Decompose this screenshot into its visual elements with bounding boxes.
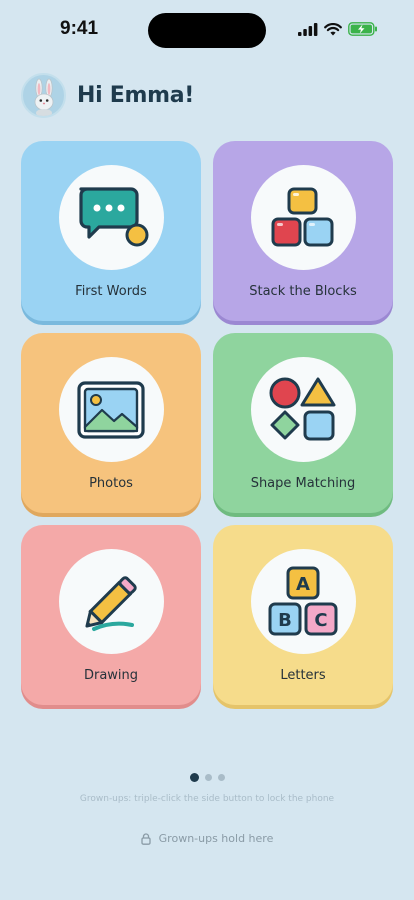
lock-hint-text: Grown-ups: triple-click the side button … bbox=[79, 794, 335, 804]
svg-text:C: C bbox=[314, 610, 327, 631]
card-icon-circle: A B C bbox=[250, 549, 356, 654]
card-icon-circle bbox=[58, 165, 164, 270]
lock-icon bbox=[141, 832, 151, 845]
greeting: Hi Emma! bbox=[77, 83, 194, 108]
svg-text:A: A bbox=[296, 574, 310, 595]
page-dot-2[interactable] bbox=[204, 774, 212, 781]
card-label: Drawing bbox=[83, 668, 139, 683]
header: Hi Emma! bbox=[21, 73, 194, 118]
status-icons bbox=[298, 22, 378, 36]
card-photos[interactable]: Photos bbox=[21, 333, 201, 513]
card-shape-matching[interactable]: Shape Matching bbox=[213, 333, 393, 513]
card-stack-the-blocks[interactable]: Stack the Blocks bbox=[213, 141, 393, 321]
svg-text:B: B bbox=[278, 610, 292, 631]
page-dot-3[interactable] bbox=[217, 774, 225, 781]
shapes-icon bbox=[269, 377, 336, 440]
page-indicator[interactable] bbox=[0, 773, 414, 782]
dynamic-island bbox=[148, 13, 266, 48]
battery-charging-icon bbox=[348, 22, 377, 36]
card-icon-circle bbox=[58, 357, 164, 462]
card-first-words[interactable]: First Words bbox=[21, 141, 201, 321]
chat-bubble-icon bbox=[79, 186, 149, 246]
card-label: Photos bbox=[89, 476, 133, 491]
status-time: 9:41 bbox=[60, 18, 99, 39]
bunny-icon bbox=[34, 78, 53, 116]
page-dot-1[interactable] bbox=[189, 773, 199, 782]
card-letters[interactable]: A B C Letters bbox=[213, 525, 393, 705]
card-label: Letters bbox=[280, 668, 326, 683]
card-label: First Words bbox=[75, 284, 147, 299]
card-icon-circle bbox=[58, 549, 164, 654]
abc-blocks-icon: A B C bbox=[268, 566, 338, 635]
picture-icon bbox=[77, 380, 145, 439]
cellular-signal-icon bbox=[298, 22, 318, 36]
wifi-icon bbox=[324, 22, 342, 35]
grown-ups-hold-label: Grown-ups hold here bbox=[158, 832, 274, 845]
grown-ups-hold-button[interactable]: Grown-ups hold here bbox=[0, 832, 414, 845]
card-drawing[interactable]: Drawing bbox=[21, 525, 201, 705]
card-icon-circle bbox=[250, 165, 356, 270]
card-label: Shape Matching bbox=[250, 476, 356, 491]
card-label: Stack the Blocks bbox=[249, 284, 357, 299]
avatar[interactable] bbox=[21, 73, 66, 118]
blocks-icon bbox=[271, 187, 334, 246]
pencil-icon bbox=[85, 575, 137, 631]
status-bar: 9:41 bbox=[0, 0, 414, 60]
card-icon-circle bbox=[250, 357, 356, 462]
